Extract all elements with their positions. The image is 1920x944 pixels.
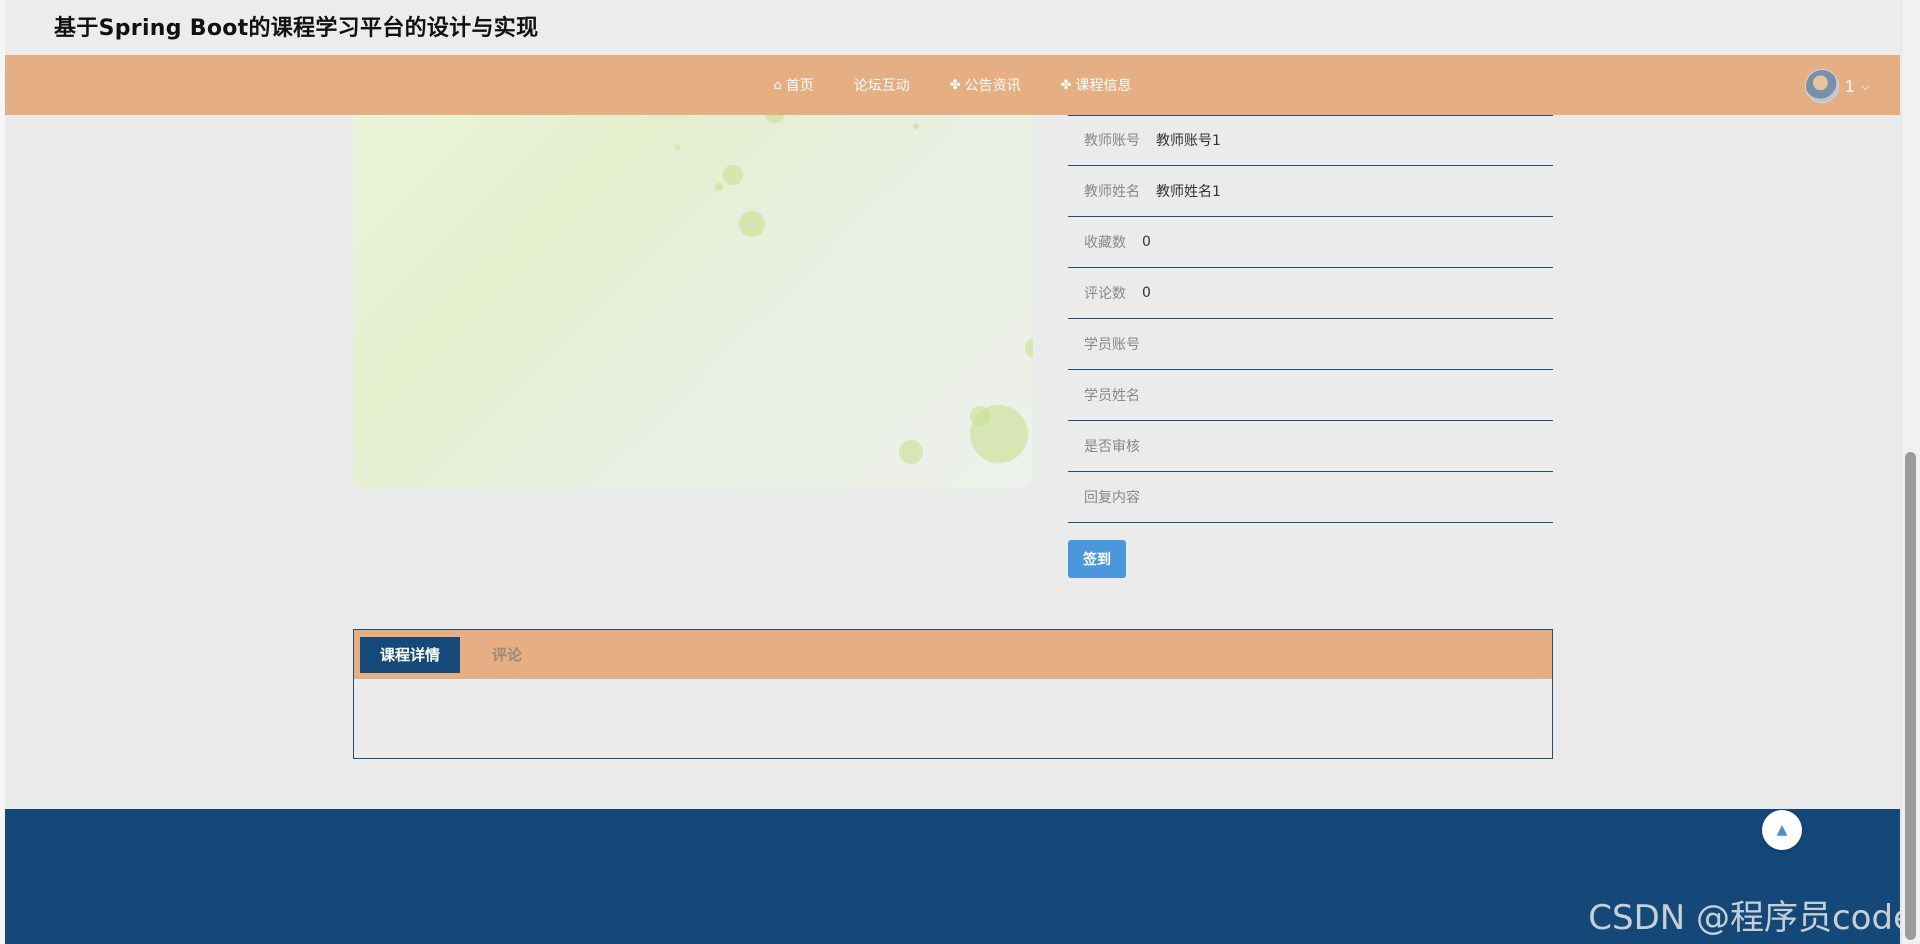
scrollbar[interactable] <box>1901 0 1920 944</box>
decor-bubble <box>970 406 990 426</box>
detail-row-student-name: 学员姓名 <box>1068 370 1553 421</box>
decor-bubble <box>899 440 923 464</box>
grid-icon: ✤ <box>949 77 961 93</box>
detail-row-favorites: 收藏数 0 <box>1068 217 1553 268</box>
course-cover-image <box>353 115 1033 489</box>
course-tabs: 课程详情 评论 <box>353 629 1553 759</box>
user-name: 1 <box>1844 76 1855 96</box>
nav-item-label: 课程信息 <box>1075 78 1132 94</box>
nav-item-label: 首页 <box>785 78 814 94</box>
nav-item-label: 公告资讯 <box>964 78 1021 94</box>
tab-course-detail[interactable]: 课程详情 <box>360 636 461 673</box>
decor-bubble <box>1025 337 1033 359</box>
detail-row-reviewed: 是否审核 <box>1068 421 1553 472</box>
watermark: CSDN @程序员code <box>1588 898 1914 938</box>
decor-bubble <box>913 123 919 129</box>
page-left-edge <box>0 0 5 944</box>
course-detail-list: 教师账号 教师账号1 教师姓名 教师姓名1 收藏数 0 评论数 0 学员账号 学… <box>1068 115 1553 523</box>
home-icon: ⌂ <box>773 77 782 93</box>
nav-links: ⌂ 首页 论坛互动 ✤ 公告资讯 ✤ 课程信息 <box>5 55 1900 115</box>
detail-row-teacher-account: 教师账号 教师账号1 <box>1068 115 1553 166</box>
detail-row-student-account: 学员账号 <box>1068 319 1553 370</box>
nav-item-forum[interactable]: 论坛互动 <box>854 75 910 95</box>
nav-item-home[interactable]: ⌂ 首页 <box>773 75 813 95</box>
detail-row-reply: 回复内容 <box>1068 472 1553 523</box>
detail-row-comments: 评论数 0 <box>1068 268 1553 319</box>
site-title: 基于Spring Boot的课程学习平台的设计与实现 <box>54 16 539 41</box>
scrollbar-thumb[interactable] <box>1905 452 1916 940</box>
decor-bubble <box>739 211 765 237</box>
avatar[interactable] <box>1804 69 1839 103</box>
tab-comments[interactable]: 评论 <box>472 637 542 673</box>
signin-button[interactable]: 签到 <box>1068 540 1126 578</box>
decor-bubble <box>675 145 680 150</box>
nav-item-courses[interactable]: ✤ 课程信息 <box>1061 75 1132 95</box>
chevron-down-icon: ⌵ <box>1860 78 1870 93</box>
decor-bubble <box>715 183 723 191</box>
tabs-header: 课程详情 评论 <box>354 630 1552 679</box>
title-bar: 基于Spring Boot的课程学习平台的设计与实现 <box>5 0 1900 55</box>
nav-item-news[interactable]: ✤ 公告资讯 <box>950 75 1021 95</box>
main-nav: ⌂ 首页 论坛互动 ✤ 公告资讯 ✤ 课程信息 1 ⌵ <box>5 55 1900 115</box>
back-to-top-button[interactable]: ▲ <box>1762 810 1802 850</box>
decor-bubble <box>765 115 785 123</box>
user-menu[interactable]: 1 ⌵ <box>1804 69 1870 103</box>
decor-bubble <box>723 165 743 185</box>
arrow-up-icon: ▲ <box>1776 822 1788 838</box>
grid-icon: ✤ <box>1060 77 1072 93</box>
detail-row-teacher-name: 教师姓名 教师姓名1 <box>1068 166 1553 217</box>
nav-item-label: 论坛互动 <box>853 78 910 94</box>
